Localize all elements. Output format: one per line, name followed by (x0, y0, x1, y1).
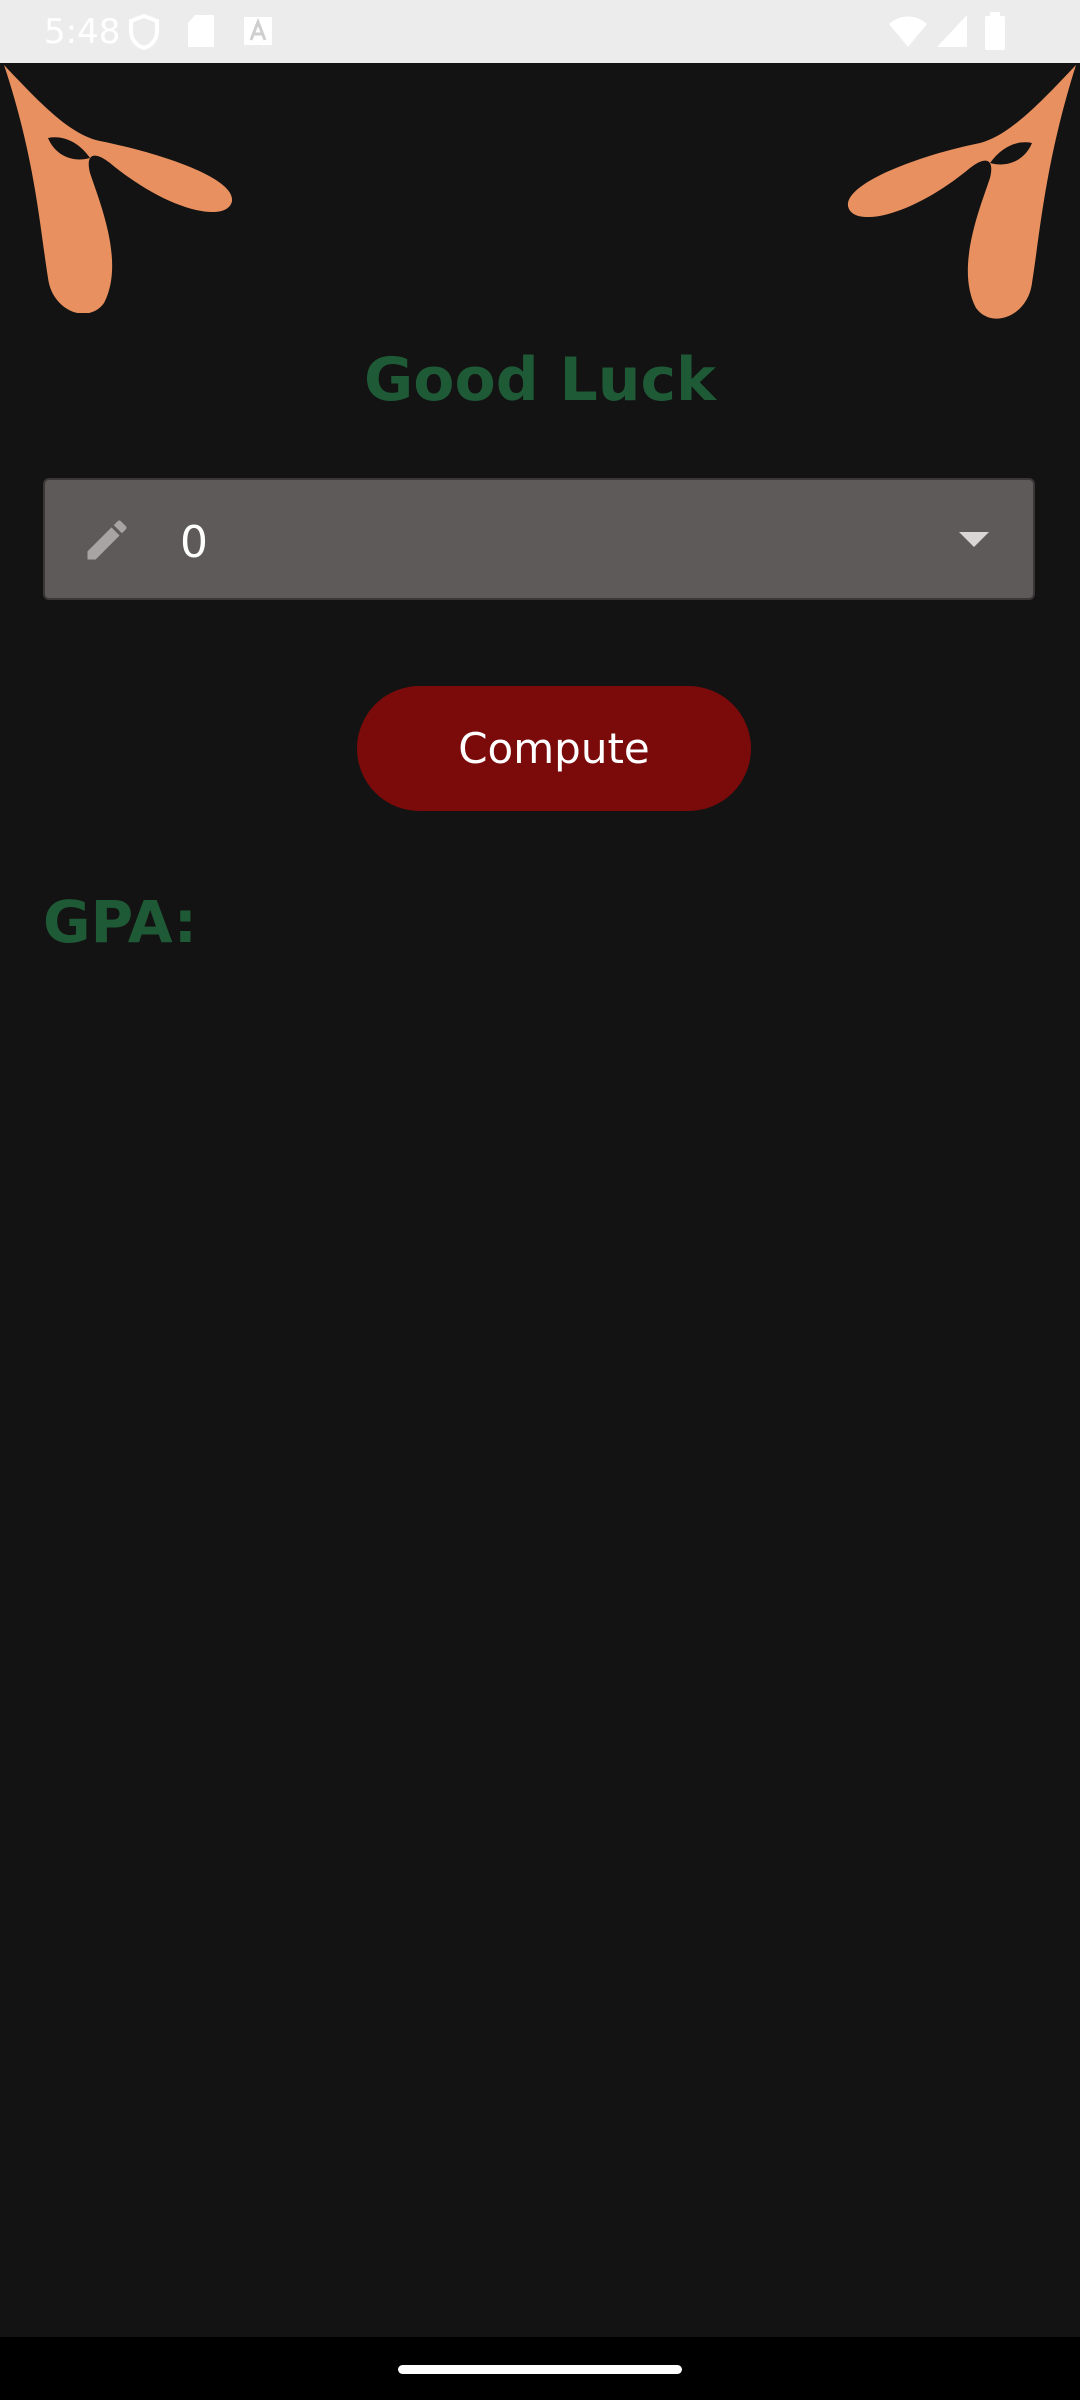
signal-icon (937, 15, 967, 47)
status-bar: 5:48 (0, 0, 1080, 63)
sd-card-icon (188, 15, 214, 47)
keyboard-a-icon (244, 17, 272, 45)
battery-icon (985, 12, 1005, 50)
status-time: 5:48 (44, 12, 121, 52)
left-petal-decoration (4, 65, 233, 313)
right-petal-decoration (847, 65, 1076, 319)
navigation-bar (0, 2337, 1080, 2400)
home-gesture-handle[interactable] (398, 2365, 682, 2374)
pencil-icon (87, 520, 127, 560)
credits-dropdown[interactable]: 0 (43, 478, 1035, 600)
compute-button[interactable]: Compute (357, 686, 751, 811)
app-screen: Good Luck 0 Compute GPA: (0, 63, 1080, 2337)
dropdown-value: 0 (180, 517, 208, 568)
gpa-result-label: GPA: (43, 888, 197, 956)
shield-icon (129, 14, 159, 50)
chevron-down-icon[interactable] (959, 532, 989, 548)
page-title: Good Luck (364, 345, 716, 415)
wifi-icon (889, 16, 927, 47)
